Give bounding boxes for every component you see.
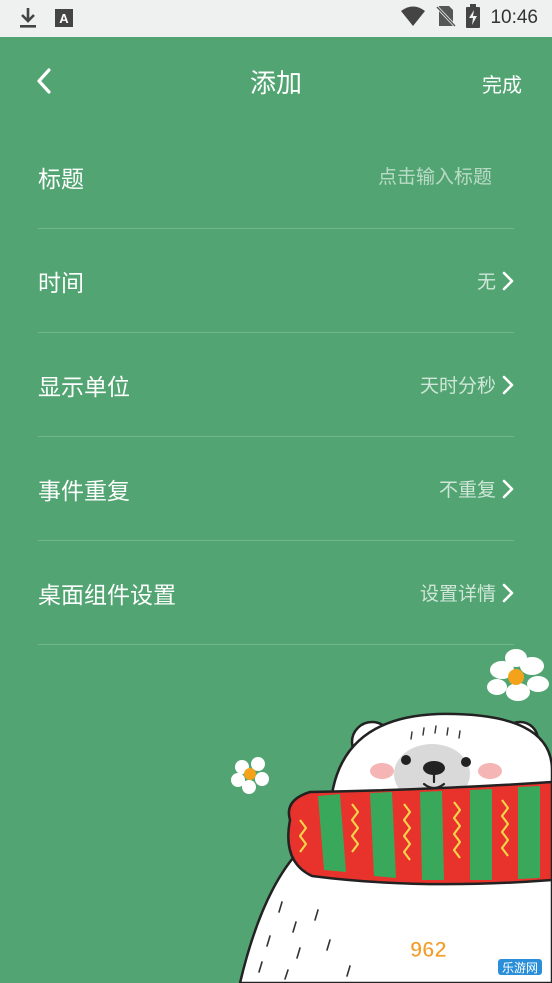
download-icon xyxy=(18,6,38,34)
title-row: 标题 xyxy=(38,125,514,229)
chevron-right-icon xyxy=(502,271,514,291)
done-button[interactable]: 完成 xyxy=(482,69,522,98)
battery-charging-icon xyxy=(466,4,481,32)
unit-label: 显示单位 xyxy=(38,374,130,401)
title-label: 标题 xyxy=(38,166,84,193)
repeat-label: 事件重复 xyxy=(38,478,130,505)
a-box-icon: A xyxy=(54,8,74,32)
chevron-left-icon xyxy=(37,68,51,94)
chevron-right-icon xyxy=(502,583,514,603)
status-time: 10:46 xyxy=(490,7,538,28)
svg-text:A: A xyxy=(59,11,69,26)
title-input[interactable] xyxy=(272,165,492,188)
svg-text:.NET: .NET xyxy=(452,937,503,962)
flower-icon xyxy=(487,649,549,701)
status-bar: A 10:46 xyxy=(0,0,552,37)
chevron-right-icon xyxy=(502,375,514,395)
svg-text:962: 962 xyxy=(410,937,447,962)
polar-bear-illustration xyxy=(231,649,552,983)
repeat-value: 不重复 xyxy=(438,479,496,501)
form-list: 标题 时间 无 显示单位 天时分秒 事件重复 不重复 桌面组件设置 xyxy=(38,125,514,645)
watermark-logo: 962 .NET 乐游网 xyxy=(406,933,546,977)
time-label: 时间 xyxy=(38,270,84,297)
widget-value: 设置详情 xyxy=(419,583,496,605)
widget-row[interactable]: 桌面组件设置 设置详情 xyxy=(38,541,514,645)
chevron-right-icon xyxy=(502,479,514,499)
unit-value: 天时分秒 xyxy=(419,375,496,397)
repeat-row[interactable]: 事件重复 不重复 xyxy=(38,437,514,541)
flower-icon xyxy=(231,757,269,794)
wifi-icon xyxy=(400,5,426,31)
page-title: 添加 xyxy=(249,69,302,99)
svg-text:乐游网: 乐游网 xyxy=(502,961,538,975)
back-button[interactable] xyxy=(26,61,62,101)
no-sim-icon xyxy=(436,4,457,32)
widget-label: 桌面组件设置 xyxy=(38,582,176,609)
nav-bar: 添加 完成 xyxy=(0,37,552,125)
time-value: 无 xyxy=(476,271,496,293)
unit-row[interactable]: 显示单位 天时分秒 xyxy=(38,333,514,437)
time-row[interactable]: 时间 无 xyxy=(38,229,514,333)
